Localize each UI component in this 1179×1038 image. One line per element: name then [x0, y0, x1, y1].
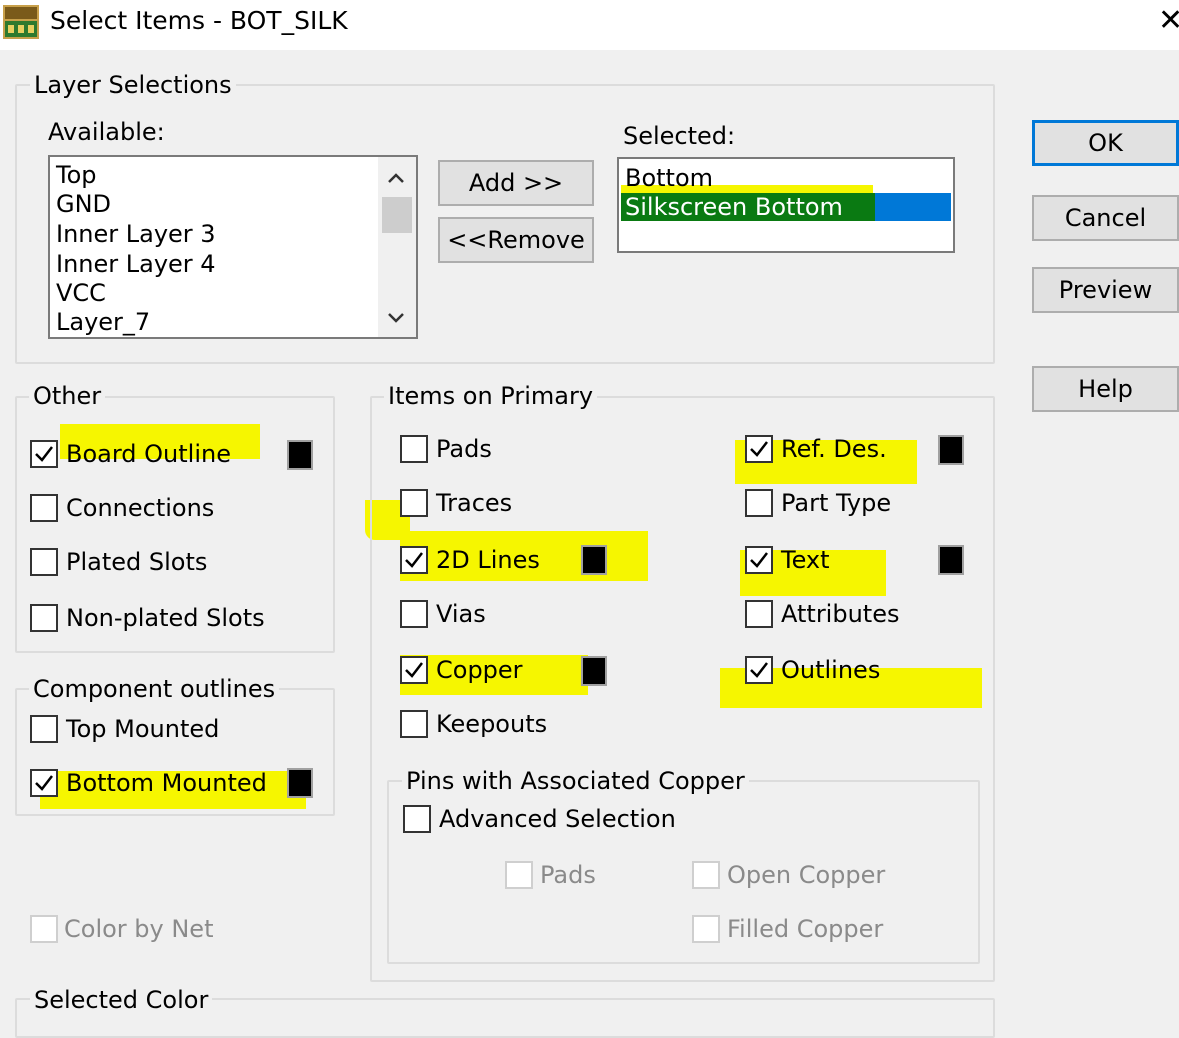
pins-copper-legend: Pins with Associated Copper [402, 766, 749, 796]
bottom-mounted-color-swatch[interactable] [287, 768, 313, 798]
checkmark-icon [750, 441, 768, 457]
close-icon[interactable]: ✕ [1158, 4, 1179, 38]
keepouts-checkbox[interactable] [400, 710, 428, 738]
list-item-selected[interactable]: Silkscreen Bottom [625, 192, 843, 222]
vias-label[interactable]: Vias [436, 599, 486, 629]
board-outline-color-swatch[interactable] [287, 440, 313, 470]
text-checkbox[interactable] [745, 546, 773, 574]
list-item[interactable]: Inner Layer 3 [56, 219, 216, 249]
part-type-checkbox[interactable] [745, 489, 773, 517]
available-label: Available: [48, 118, 165, 146]
list-item[interactable]: Inner Layer 4 [56, 249, 216, 279]
attributes-checkbox[interactable] [745, 600, 773, 628]
available-layers-list[interactable]: Top GND Inner Layer 3 Inner Layer 4 VCC … [48, 155, 418, 339]
cancel-button[interactable]: Cancel [1032, 195, 1179, 241]
remove-layer-button[interactable]: <<Remove [438, 217, 594, 263]
list-item[interactable]: VCC [56, 278, 106, 308]
vias-checkbox[interactable] [400, 600, 428, 628]
top-mounted-checkbox[interactable] [30, 715, 58, 743]
title-bar: Select Items - BOT_SILK ✕ [0, 0, 1179, 50]
ref-des-label[interactable]: Ref. Des. [781, 434, 887, 464]
2d-lines-label[interactable]: 2D Lines [436, 545, 540, 575]
attributes-label[interactable]: Attributes [781, 599, 899, 629]
layer-selections-legend: Layer Selections [30, 70, 236, 100]
keepouts-label[interactable]: Keepouts [436, 709, 547, 739]
copper-label[interactable]: Copper [436, 655, 523, 685]
advanced-selection-label[interactable]: Advanced Selection [439, 804, 676, 834]
open-copper-checkbox[interactable] [692, 861, 720, 889]
pads-label[interactable]: Pads [436, 434, 492, 464]
checkmark-icon [35, 446, 53, 462]
selected-layers-list[interactable]: Bottom Silkscreen Bottom [617, 157, 955, 253]
advanced-selection-checkbox[interactable] [403, 805, 431, 833]
text-label[interactable]: Text [781, 545, 830, 575]
text-color-swatch[interactable] [938, 545, 964, 575]
pins-pads-checkbox[interactable] [505, 861, 533, 889]
connections-label[interactable]: Connections [66, 493, 214, 523]
selected-color-legend: Selected Color [30, 985, 213, 1015]
checkmark-icon [405, 552, 423, 568]
filled-copper-checkbox[interactable] [692, 915, 720, 943]
checkmark-icon [750, 662, 768, 678]
traces-checkbox[interactable] [400, 489, 428, 517]
copper-color-swatch[interactable] [581, 656, 607, 686]
ref-des-color-swatch[interactable] [938, 435, 964, 465]
pads-checkbox[interactable] [400, 435, 428, 463]
checkmark-icon [750, 552, 768, 568]
board-outline-checkbox[interactable] [30, 440, 58, 468]
checkmark-icon [35, 775, 53, 791]
pins-pads-label[interactable]: Pads [540, 860, 596, 890]
list-item[interactable]: Top [56, 160, 97, 190]
component-outlines-legend: Component outlines [29, 674, 280, 704]
color-by-net-checkbox[interactable] [30, 915, 58, 943]
checkmark-icon [405, 662, 423, 678]
scroll-down-icon[interactable] [384, 305, 408, 329]
plated-slots-label[interactable]: Plated Slots [66, 547, 207, 577]
non-plated-slots-checkbox[interactable] [30, 604, 58, 632]
2d-lines-checkbox[interactable] [400, 546, 428, 574]
2d-lines-color-swatch[interactable] [581, 545, 607, 575]
outlines-checkbox[interactable] [745, 656, 773, 684]
preview-button[interactable]: Preview [1032, 267, 1179, 313]
filled-copper-label[interactable]: Filled Copper [727, 914, 883, 944]
help-button[interactable]: Help [1032, 366, 1179, 412]
top-mounted-label[interactable]: Top Mounted [66, 714, 219, 744]
ok-button[interactable]: OK [1032, 120, 1179, 166]
part-type-label[interactable]: Part Type [781, 488, 891, 518]
list-item[interactable]: Bottom [625, 163, 713, 193]
copper-checkbox[interactable] [400, 656, 428, 684]
other-legend: Other [29, 381, 106, 411]
list-item[interactable]: GND [56, 189, 111, 219]
selected-label: Selected: [623, 122, 736, 150]
bottom-mounted-checkbox[interactable] [30, 769, 58, 797]
board-outline-label[interactable]: Board Outline [66, 439, 231, 469]
color-by-net-label[interactable]: Color by Net [64, 914, 213, 944]
non-plated-slots-label[interactable]: Non-plated Slots [66, 603, 265, 633]
scroll-up-icon[interactable] [384, 167, 408, 191]
outlines-label[interactable]: Outlines [781, 655, 880, 685]
add-layer-button[interactable]: Add >> [438, 160, 594, 206]
ref-des-checkbox[interactable] [745, 435, 773, 463]
window-title: Select Items - BOT_SILK [50, 6, 348, 35]
traces-label[interactable]: Traces [436, 488, 512, 518]
list-scrollbar[interactable] [378, 157, 416, 337]
pads-app-icon [3, 5, 39, 39]
connections-checkbox[interactable] [30, 494, 58, 522]
plated-slots-checkbox[interactable] [30, 548, 58, 576]
bottom-mounted-label[interactable]: Bottom Mounted [66, 768, 267, 798]
list-item[interactable]: Layer_7 [56, 307, 150, 337]
open-copper-label[interactable]: Open Copper [727, 860, 885, 890]
scroll-thumb[interactable] [382, 197, 412, 233]
items-on-primary-legend: Items on Primary [384, 381, 598, 411]
